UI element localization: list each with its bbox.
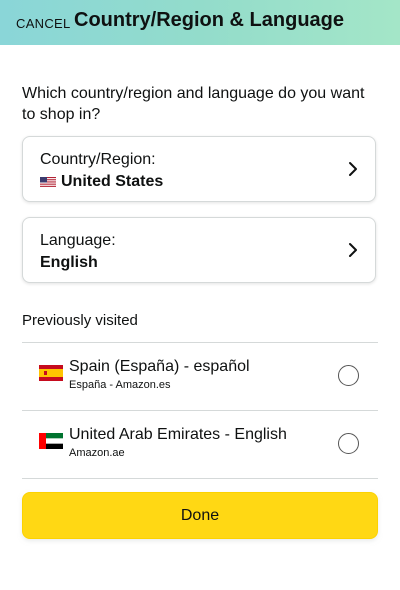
language-value: English (40, 254, 98, 271)
us-flag-icon (40, 176, 56, 188)
list-item-title: Spain (España) - español (69, 358, 250, 375)
radio-button[interactable] (338, 365, 359, 386)
page-title: Country/Region & Language (74, 9, 344, 31)
country-name: United States (61, 173, 164, 190)
chevron-right-icon (349, 162, 357, 176)
list-item-title: United Arab Emirates - English (69, 426, 287, 443)
header-bar: CANCEL Country/Region & Language (0, 0, 400, 45)
list-item-subtitle: Amazon.ae (69, 447, 125, 459)
done-button[interactable]: Done (22, 492, 378, 539)
list-item-uae[interactable]: United Arab Emirates - English Amazon.ae (22, 411, 378, 478)
list-item-subtitle: España - Amazon.es (69, 379, 171, 391)
previously-visited-heading: Previously visited (22, 312, 138, 329)
chevron-right-icon (349, 243, 357, 257)
divider (22, 478, 378, 479)
question-text: Which country/region and language do you… (22, 85, 365, 123)
country-region-label: Country/Region: (40, 151, 156, 168)
country-region-value: United States (40, 173, 163, 191)
language-selector[interactable]: Language: English (22, 217, 376, 283)
radio-button[interactable] (338, 433, 359, 454)
language-label: Language: (40, 232, 116, 249)
uae-flag-icon (39, 433, 63, 449)
country-region-selector[interactable]: Country/Region: United States (22, 136, 376, 202)
list-item-spain[interactable]: Spain (España) - español España - Amazon… (22, 343, 378, 410)
cancel-button[interactable]: CANCEL (16, 16, 71, 31)
spain-flag-icon (39, 365, 63, 381)
